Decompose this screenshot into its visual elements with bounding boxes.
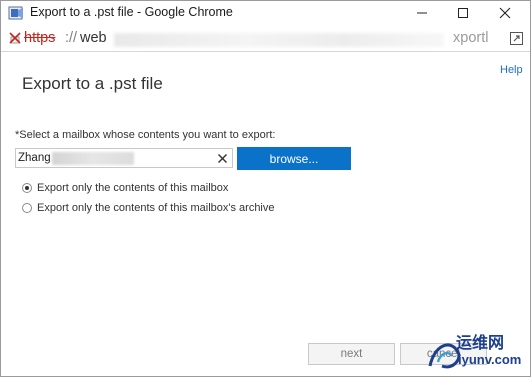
minimize-button[interactable] <box>402 1 442 25</box>
url-separator: :// <box>65 30 78 46</box>
mailbox-redacted <box>52 152 134 165</box>
window-title: Export to a .pst file - Google Chrome <box>30 5 233 19</box>
open-in-tab-icon[interactable] <box>510 32 523 45</box>
not-secure-icon <box>9 32 21 44</box>
clear-mailbox-button[interactable] <box>214 150 231 166</box>
mailbox-prompt-label: *Select a mailbox whose contents you wan… <box>15 129 276 141</box>
outlook-page-icon <box>8 6 23 20</box>
radio-mailbox-contents[interactable] <box>22 183 32 193</box>
help-link[interactable]: Help <box>500 64 523 76</box>
url-host: web <box>80 30 107 46</box>
url-redacted <box>114 33 444 47</box>
mailbox-field[interactable]: Zhang <box>15 148 233 168</box>
next-button[interactable]: next <box>308 343 395 365</box>
close-window-button[interactable] <box>485 1 525 25</box>
close-icon <box>499 7 511 19</box>
watermark-en-text: iyunv.com <box>458 352 522 367</box>
url-scheme: https <box>24 30 56 46</box>
mailbox-value: Zhang <box>18 152 51 164</box>
option-label: Export only the contents of this mailbox <box>37 182 229 194</box>
maximize-button[interactable] <box>443 1 483 25</box>
minimize-icon <box>417 12 427 14</box>
maximize-icon <box>458 8 468 18</box>
address-bar[interactable]: https :// web xportl <box>1 25 530 52</box>
option-mailbox-contents[interactable]: Export only the contents of this mailbox <box>22 180 228 196</box>
clear-icon <box>218 153 227 163</box>
watermark-cn-text: 运维网 <box>456 333 505 352</box>
browse-button[interactable]: browse... <box>237 147 351 170</box>
browser-window: Export to a .pst file - Google Chrome ht… <box>0 0 531 377</box>
option-archive-contents[interactable]: Export only the contents of this mailbox… <box>22 200 275 216</box>
url-tail: xportl <box>453 30 489 46</box>
page-title: Export to a .pst file <box>22 74 163 93</box>
title-bar: Export to a .pst file - Google Chrome <box>1 1 530 25</box>
site-watermark: 运维网 iyunv.com <box>424 326 529 374</box>
radio-archive-contents[interactable] <box>22 203 32 213</box>
option-label: Export only the contents of this mailbox… <box>37 202 275 214</box>
